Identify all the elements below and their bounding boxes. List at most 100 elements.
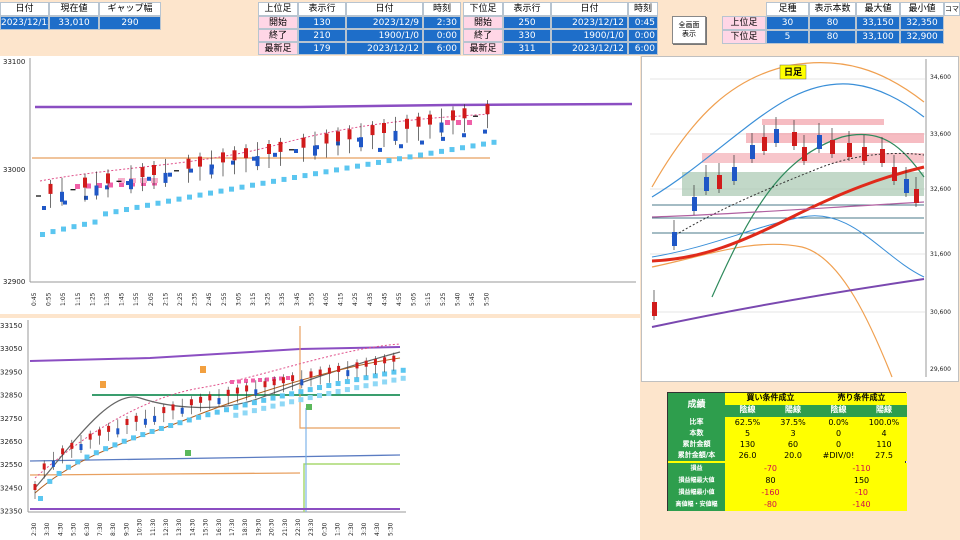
settings-r1-min: 32,900 [900,30,944,44]
lower-r1-row[interactable]: 330 [503,29,551,42]
upper-candle-body [382,123,386,133]
lower-candle-body [392,355,396,362]
daily-resistance-zone [762,119,884,125]
upper-r1-row[interactable]: 210 [298,29,346,42]
upper-signal-marker [151,178,158,183]
upper-candle-body [370,125,375,136]
lower-r0-date: 2023/12/12 [551,16,628,29]
lower-x-tick: 9:30 [123,522,130,536]
daily-y-tick: 32,600 [930,186,951,193]
lower-x-tick: 22:30 [295,519,302,536]
lower-trend-marker [205,412,211,418]
upper-x-tick: 2:45 [206,292,213,306]
upper-trend-marker [50,229,56,235]
lower-ma-gray [34,351,401,489]
lower-trend-marker [382,379,388,385]
upper-x-tick: 4:15 [338,292,345,306]
stats-row-label: 比率 [668,417,725,428]
lower-r1-time: 0:00 [628,29,658,42]
stats-row-value: 0 [816,428,861,439]
lower-trend-marker [233,412,239,418]
daily-y-tick: 33,600 [930,131,951,138]
upper-trend-marker [61,226,66,232]
upper-trend-marker [252,156,256,161]
upper-r0-row[interactable]: 130 [298,16,346,29]
upper-r0-time: 2:30 [423,16,461,29]
daily-bollinger-orange [651,243,893,378]
upper-signal-marker [118,178,125,183]
settings-r1-max: 33,100 [856,30,900,44]
upper-candle-body [324,133,329,144]
lower-candle-body [171,404,175,411]
stats-row-value: 5 [725,428,770,439]
upper-candle-body [60,191,64,202]
upper-x-tick: 1:05 [60,292,67,306]
daily-candle-body [704,177,709,191]
lower-y-tick: 32650 [0,438,22,446]
lower-candle-body [208,394,212,401]
upper-timeframe-chart[interactable]: 33100 33000 32900 0:45 0:55 1:05 1:15 1:25 1:… [0,56,640,314]
stats-pl-label: 高値幅・安値幅 [668,499,725,511]
upper-trend-marker [420,140,424,145]
upper-x-tick: 2:05 [148,292,155,306]
upper-x-tick: 5:15 [425,292,432,306]
settings-r1-timeframe[interactable]: 5 [766,30,809,44]
daily-candle-body [672,232,677,246]
upper-trend-marker [168,172,172,177]
lower-trend-marker [372,381,378,387]
lower-trend-marker [224,407,229,413]
upper-candle-body [278,141,283,152]
upper-candle-body [405,118,409,129]
lower-r0-row[interactable]: 250 [503,16,551,29]
stats-row-value: #DIV/0! [816,450,861,461]
upper-x-axis: 0:45 0:55 1:05 1:15 1:25 1:35 1:45 1:55 2:05 2:15… [31,292,491,306]
settings-r1-count[interactable]: 80 [809,30,856,44]
lower-h2: 日付 [551,2,628,16]
lower-timeframe-chart[interactable]: 33150 33050 32950 32850 32750 32650 32550 32450… [0,318,640,540]
upper-ma-dotted [39,113,491,182]
upper-trend-marker [462,133,466,138]
daily-candle-body [750,145,755,159]
upper-candle-body [267,144,271,154]
upper-x-tick: 4:45 [381,292,388,306]
settings-r0-timeframe[interactable]: 30 [766,16,809,30]
lower-trend-marker [307,387,313,393]
daily-candle-body [817,135,822,149]
upper-r2-label: 最新足 [258,42,298,55]
lower-signal-marker [258,378,262,382]
daily-y-tick: 34,600 [930,74,951,81]
lower-candle-body [125,419,129,425]
lower-candle-body [364,360,368,367]
upper-candle-body [152,165,156,175]
fullscreen-button-line2: 表示 [682,30,696,38]
lower-signal-marker [244,379,248,383]
upper-r2-time: 6:00 [423,42,461,55]
stats-sub-bear-sell: 陰線 [816,405,861,417]
settings-r0-min: 32,350 [900,16,944,30]
settings-r0-count[interactable]: 80 [809,16,856,30]
lower-candle-body [245,385,249,392]
upper-trend-marker [302,173,308,179]
lower-candle-body [309,371,313,378]
upper-x-tick: 0:45 [31,292,38,306]
stats-pl-buy: -160 [725,487,816,499]
lower-y-tick: 33150 [0,322,22,330]
lower-trend-marker [242,410,248,416]
upper-trend-marker [176,196,182,202]
upper-candle-body [83,177,87,188]
upper-trend-marker [481,141,486,147]
lower-vertical-green [303,463,400,512]
upper-candle-body [301,137,306,148]
lower-trend-marker [372,373,378,379]
daily-chart[interactable]: 34,600 33,600 32,600 31,600 30,600 29,60… [641,56,959,382]
fullscreen-button[interactable]: 全画面 表示 [672,16,706,44]
upper-candle-body [393,130,398,141]
lower-y-tick: 32350 [0,508,22,516]
lower-candle-body [116,428,120,435]
daily-candle-body [862,147,867,161]
daily-ma-purple [651,278,925,328]
upper-candle-body [209,164,214,175]
lower-trend-marker [344,387,350,393]
lower-h3: 時刻 [628,2,658,16]
upper-trend-marker [323,169,329,175]
